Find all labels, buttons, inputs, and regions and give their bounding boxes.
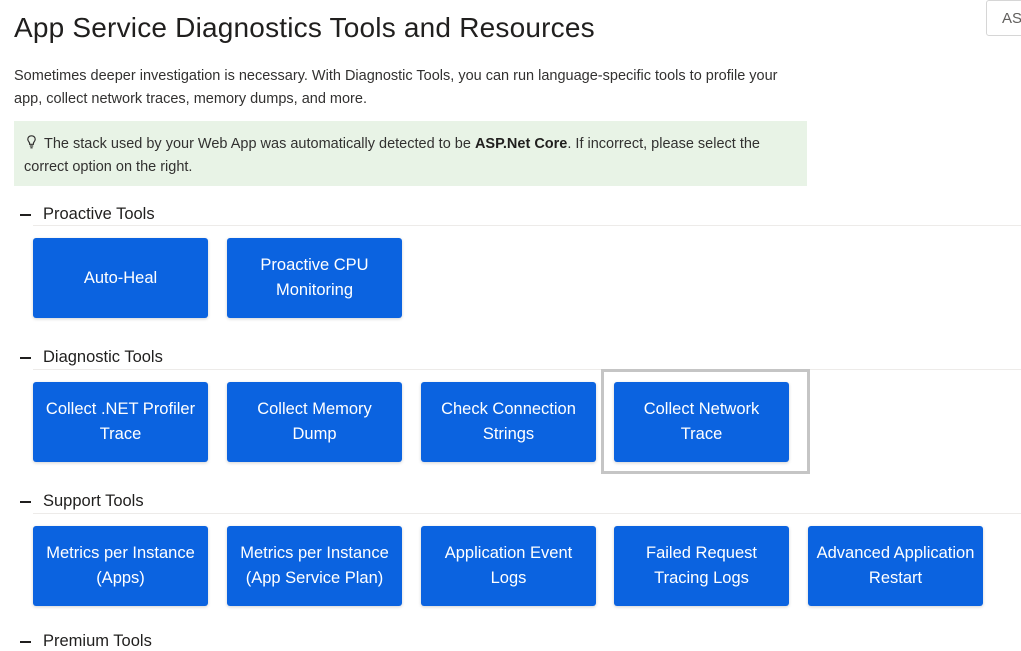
section-divider — [33, 369, 1021, 370]
banner-text-prefix: The stack used by your Web App was autom… — [44, 136, 475, 152]
collect-memory-dump-button[interactable]: Collect Memory Dump — [227, 382, 402, 462]
section-header-proactive-tools[interactable]: Proactive Tools — [20, 202, 1021, 226]
collect-network-trace-button[interactable]: Collect Network Trace — [614, 382, 789, 462]
detected-stack: ASP.Net Core — [474, 136, 568, 152]
section-title: Premium Tools — [43, 632, 152, 650]
section-divider — [33, 513, 1021, 514]
stack-selector-dropdown[interactable]: ASP.Net Core — [986, 0, 1021, 36]
failed-request-tracing-logs-button[interactable]: Failed Request Tracing Logs — [614, 526, 789, 606]
metrics-per-instance-apps-button[interactable]: Metrics per Instance (Apps) — [33, 526, 208, 606]
lightbulb-icon — [24, 132, 38, 155]
intro-text: Sometimes deeper investigation is necess… — [14, 68, 778, 107]
application-event-logs-button[interactable]: Application Event Logs — [421, 526, 596, 606]
metrics-per-instance-plan-button[interactable]: Metrics per Instance (App Service Plan) — [227, 526, 402, 606]
collapse-icon — [20, 501, 31, 503]
collapse-icon — [20, 214, 31, 216]
collect-dotnet-profiler-trace-button[interactable]: Collect .NET Profiler Trace — [33, 382, 208, 462]
section-title: Diagnostic Tools — [43, 347, 163, 366]
auto-heal-button[interactable]: Auto-Heal — [33, 238, 208, 318]
advanced-application-restart-button[interactable]: Advanced Application Restart — [808, 526, 983, 606]
section-title: Proactive Tools — [43, 204, 155, 223]
section-header-diagnostic-tools[interactable]: Diagnostic Tools — [20, 345, 1021, 369]
stack-detection-banner: The stack used by your Web App was autom… — [14, 121, 807, 186]
section-divider — [33, 225, 1021, 226]
section-header-support-tools[interactable]: Support Tools — [20, 489, 1021, 513]
proactive-cpu-monitoring-button[interactable]: Proactive CPU Monitoring — [227, 238, 402, 318]
section-header-premium-tools[interactable]: Premium Tools — [20, 632, 152, 651]
section-title: Support Tools — [43, 491, 144, 510]
check-connection-strings-button[interactable]: Check Connection Strings — [421, 382, 596, 462]
collapse-icon — [20, 357, 31, 359]
page-title: App Service Diagnostics Tools and Resour… — [14, 12, 595, 43]
